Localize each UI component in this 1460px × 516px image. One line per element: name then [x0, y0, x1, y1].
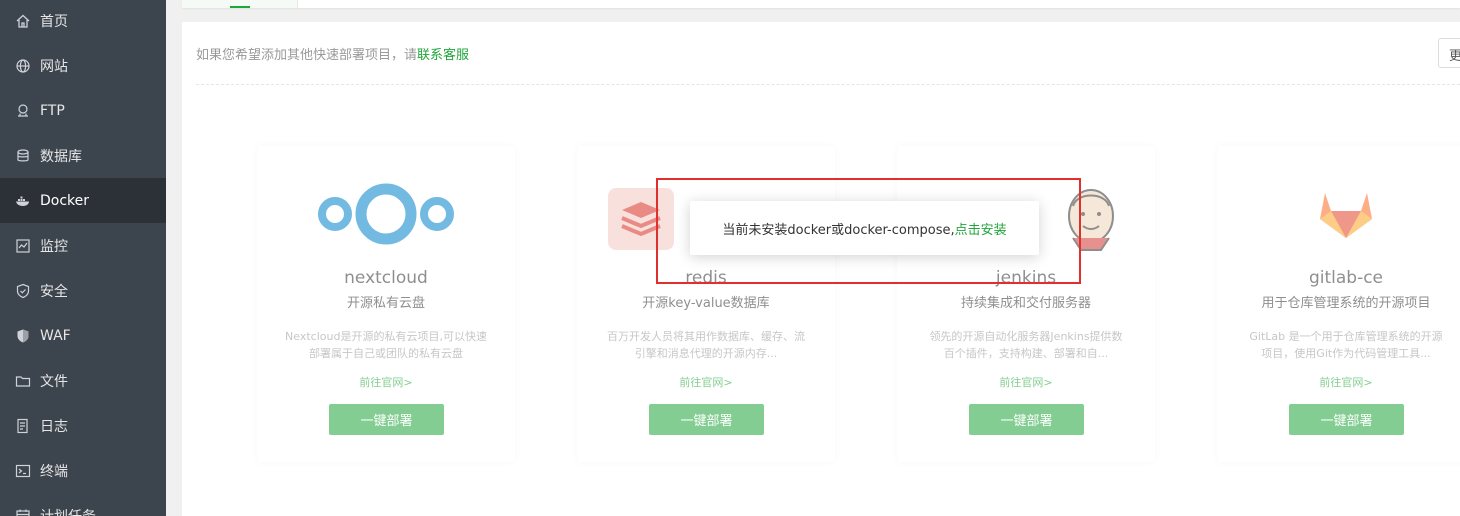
hint-text: 如果您希望添加其他快速部署项目，请联系客服: [196, 44, 469, 63]
one-click-deploy-button[interactable]: 一键部署: [969, 404, 1084, 435]
app-description: 百万开发人员将其用作数据库、缓存、流引擎和消息代理的开源内存...: [607, 330, 805, 360]
shield-check-icon: [14, 282, 32, 300]
sidebar-item-security[interactable]: 安全: [0, 268, 166, 313]
app-tagline: 开源私有云盘: [346, 296, 425, 311]
sidebar-item-label: 日志: [40, 418, 68, 435]
sidebar-item-label: 计划任务: [40, 506, 96, 516]
sidebar-item-waf[interactable]: WAF: [0, 313, 166, 358]
tab-indicator: [230, 6, 250, 8]
sidebar-item-website[interactable]: 网站: [0, 43, 166, 88]
app-tagline: 持续集成和交付服务器: [960, 296, 1091, 311]
sidebar-item-home[interactable]: 首页: [0, 0, 166, 43]
dialog-message: 当前未安装docker或docker-compose,: [722, 222, 955, 238]
app-name: nextcloud: [344, 268, 428, 288]
terminal-icon: [14, 462, 32, 480]
app-description: GitLab 是一个用于仓库管理系统的开源项目，使用Git作为代码管理工具...: [1249, 330, 1443, 360]
app-name: jenkins: [995, 268, 1057, 288]
app-description: Nextcloud是开源的私有云项目,可以快速部署属于自己或团队的私有云盘: [285, 330, 487, 360]
top-tab-bar: [182, 0, 1460, 8]
sidebar-item-label: WAF: [40, 327, 71, 344]
official-site-link[interactable]: 前往官网>: [577, 374, 835, 390]
monitor-icon: [14, 237, 32, 255]
log-icon: [14, 417, 32, 435]
sidebar-item-monitor[interactable]: 监控: [0, 223, 166, 268]
one-click-deploy-button[interactable]: 一键部署: [1289, 404, 1404, 435]
sidebar-item-label: 安全: [40, 283, 68, 300]
app-card-nextcloud: nextcloud 开源私有云盘 Nextcloud是开源的私有云项目,可以快速…: [257, 146, 515, 462]
one-click-deploy-button[interactable]: 一键部署: [649, 404, 764, 435]
nextcloud-logo: [257, 174, 515, 254]
sidebar: 首页 网站 FTP 数据库 Docker 监控 安全 WAF 文件 日志 终端: [0, 0, 166, 516]
sidebar-item-terminal[interactable]: 终端: [0, 448, 166, 493]
contact-support-link[interactable]: 联系客服: [417, 48, 469, 63]
app-card-jenkins: jenkins 持续集成和交付服务器 领先的开源自动化服务器Jenkins提供数…: [897, 146, 1155, 462]
app-name: gitlab-ce: [1308, 268, 1384, 288]
divider: [196, 84, 1460, 85]
sidebar-item-label: 终端: [40, 463, 68, 480]
app-tagline: 开源key-value数据库: [642, 296, 770, 311]
waf-shield-icon: [14, 327, 32, 345]
calendar-icon: [14, 507, 32, 516]
app-tagline: 用于仓库管理系统的开源项目: [1261, 296, 1431, 311]
sidebar-item-label: Docker: [40, 192, 90, 209]
docker-not-installed-dialog: 当前未安装docker或docker-compose, 点击安装: [690, 201, 1039, 255]
docker-icon: [14, 192, 32, 210]
sidebar-item-label: FTP: [40, 102, 65, 119]
folder-icon: [14, 372, 32, 390]
home-icon: [14, 12, 32, 30]
sidebar-item-ftp[interactable]: FTP: [0, 88, 166, 133]
sidebar-item-label: 监控: [40, 238, 68, 255]
app-card-gitlab: gitlab-ce 用于仓库管理系统的开源项目 GitLab 是一个用于仓库管理…: [1217, 146, 1460, 462]
sidebar-item-files[interactable]: 文件: [0, 358, 166, 403]
hint-message: 如果您希望添加其他快速部署项目，请: [196, 48, 418, 63]
sidebar-item-label: 文件: [40, 373, 68, 390]
ftp-icon: [14, 102, 32, 120]
main-panel: 如果您希望添加其他快速部署项目，请联系客服 更 nextcloud 开源私有云盘…: [182, 22, 1460, 516]
app-name: redis: [685, 268, 727, 288]
sidebar-item-database[interactable]: 数据库: [0, 133, 166, 178]
app-card-redis: redis 开源key-value数据库 百万开发人员将其用作数据库、缓存、流引…: [577, 146, 835, 462]
app-description: 领先的开源自动化服务器Jenkins提供数百个插件，支持构建、部署和自...: [929, 330, 1123, 360]
official-site-link[interactable]: 前往官网>: [897, 374, 1155, 390]
gitlab-logo: [1217, 174, 1460, 254]
install-link[interactable]: 点击安装: [955, 219, 1007, 238]
sidebar-item-label: 数据库: [40, 148, 82, 165]
more-button[interactable]: 更: [1438, 38, 1460, 68]
official-site-link[interactable]: 前往官网>: [257, 374, 515, 390]
sidebar-item-cron[interactable]: 计划任务: [0, 493, 166, 516]
official-site-link[interactable]: 前往官网>: [1217, 374, 1460, 390]
sidebar-item-logs[interactable]: 日志: [0, 403, 166, 448]
one-click-deploy-button[interactable]: 一键部署: [329, 404, 444, 435]
sidebar-item-docker[interactable]: Docker: [0, 178, 166, 223]
sidebar-item-label: 首页: [40, 13, 68, 30]
globe-icon: [14, 57, 32, 75]
sidebar-item-label: 网站: [40, 58, 68, 75]
database-icon: [14, 147, 32, 165]
